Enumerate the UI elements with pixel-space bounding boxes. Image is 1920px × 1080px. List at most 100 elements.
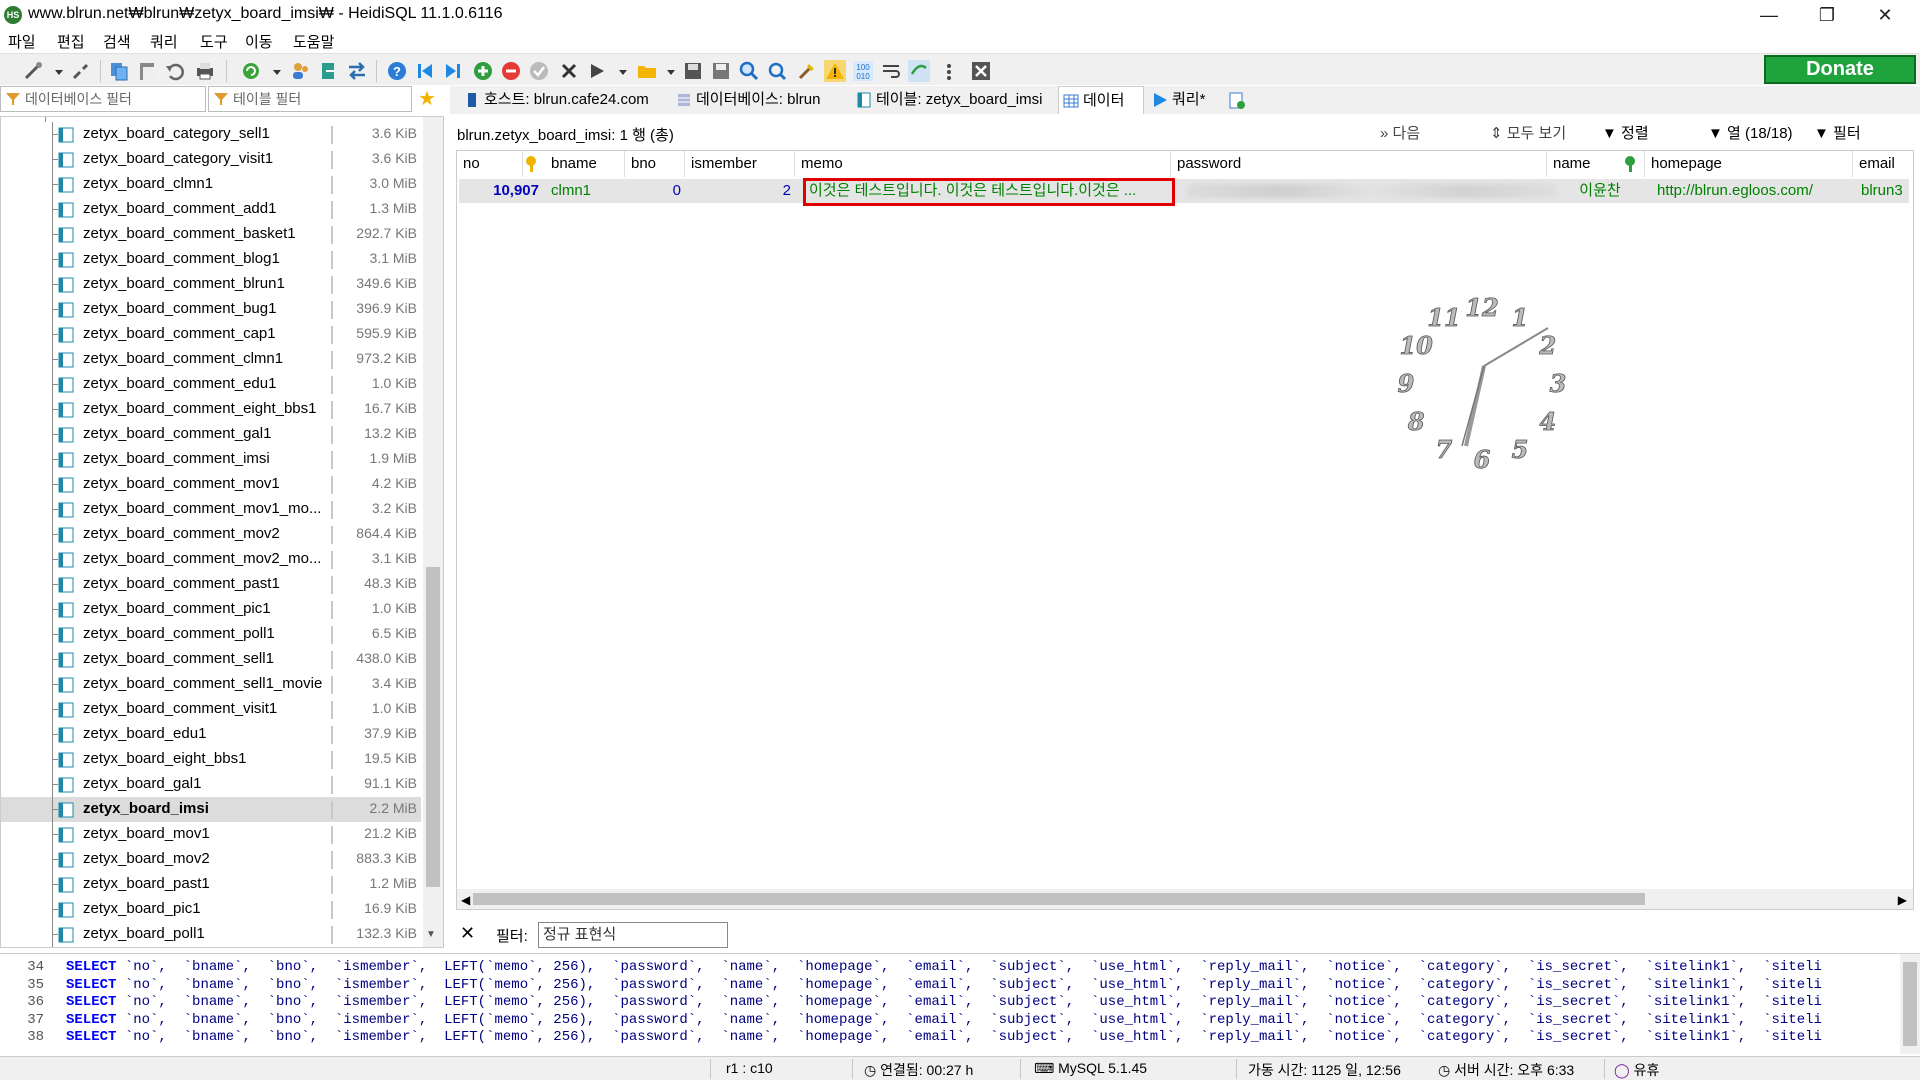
cell-name[interactable]: 이윤찬 <box>1557 179 1643 203</box>
tree-item-table[interactable]: zetyx_board_pic1 16.9 KiB <box>1 897 421 922</box>
tab-database[interactable]: 데이터베이스: blrun <box>672 86 821 114</box>
tab-table[interactable]: 테이블: zetyx_board_imsi <box>852 86 1042 114</box>
new-query-tab-icon[interactable] <box>1228 92 1246 110</box>
run-dropdown-icon[interactable] <box>612 60 627 82</box>
disconnect-icon[interactable] <box>70 60 92 82</box>
tree-item-table[interactable]: zetyx_board_comment_pic1 1.0 KiB <box>1 597 421 622</box>
tree-item-table[interactable]: zetyx_board_comment_imsi 1.9 MiB <box>1 447 421 472</box>
tree-scrollbar-thumb[interactable] <box>426 567 440 887</box>
star-icon[interactable]: ★ <box>418 88 440 110</box>
print-icon[interactable] <box>194 60 216 82</box>
tab-query[interactable]: 쿼리* <box>1148 86 1205 114</box>
tree-item-table[interactable]: zetyx_board_comment_cap1 595.9 KiB <box>1 322 421 347</box>
tab-host[interactable]: 호스트: blrun.cafe24.com <box>460 86 649 114</box>
first-record-icon[interactable] <box>414 60 436 82</box>
cell-password-blurred[interactable] <box>1187 184 1557 198</box>
tree-item-table[interactable]: zetyx_board_comment_gal1 13.2 KiB <box>1 422 421 447</box>
open-dropdown-icon[interactable] <box>660 60 675 82</box>
column-header-homepage[interactable]: homepage <box>1645 151 1853 177</box>
run-icon[interactable] <box>586 60 608 82</box>
undo-icon[interactable] <box>164 60 186 82</box>
open-file-icon[interactable] <box>636 60 658 82</box>
paste-icon[interactable] <box>136 60 158 82</box>
tree-item-table[interactable]: zetyx_board_comment_bug1 396.9 KiB <box>1 297 421 322</box>
cell-ismember[interactable]: 2 <box>685 179 791 203</box>
transfer-icon[interactable] <box>346 60 368 82</box>
database-filter-input[interactable]: 데이터베이스 필터 <box>0 86 206 112</box>
column-header-no[interactable]: no <box>457 151 523 177</box>
menu-query[interactable]: 쿼리 <box>150 31 178 52</box>
tree-item-table[interactable]: zetyx_board_mov2 883.3 KiB <box>1 847 421 872</box>
tree-item-table[interactable]: zetyx_board_comment_visit1 1.0 KiB <box>1 697 421 722</box>
cancel-icon[interactable] <box>558 60 580 82</box>
sql-log[interactable]: 34 SELECT `no`, `bname`, `bno`, `ismember… <box>0 953 1920 1054</box>
cell-bname[interactable]: clmn1 <box>551 179 625 203</box>
close-icon[interactable]: ✕ <box>1856 0 1914 30</box>
scroll-right-icon[interactable]: ▶ <box>1898 893 1907 907</box>
table-filter-input[interactable]: 테이블 필터 <box>208 86 412 112</box>
tree-item-table[interactable]: zetyx_board_edu1 37.9 KiB <box>1 722 421 747</box>
menu-go[interactable]: 이동 <box>245 31 273 52</box>
tree-item-table[interactable]: zetyx_board_past1 1.2 MiB <box>1 872 421 897</box>
grid-scrollbar-thumb[interactable] <box>473 893 1645 905</box>
tree-item-table[interactable]: zetyx_board_comment_mov2 864.4 KiB <box>1 522 421 547</box>
tree-item-table[interactable]: zetyx_board_comment_basket1 292.7 KiB <box>1 222 421 247</box>
tree-item-table[interactable]: zetyx_board_imsi 2.2 MiB <box>1 797 421 822</box>
cell-email[interactable]: blrun3 <box>1861 179 1913 203</box>
wrap-icon[interactable] <box>880 60 902 82</box>
cell-bno[interactable]: 0 <box>625 179 681 203</box>
restore-icon[interactable]: ❐ <box>1798 0 1856 30</box>
delete-record-icon[interactable] <box>500 60 522 82</box>
format-icon[interactable] <box>796 60 818 82</box>
tree-item-table[interactable]: zetyx_board_gal1 91.1 KiB <box>1 772 421 797</box>
show-all-button[interactable]: ⇕ 모두 보기 <box>1490 122 1566 143</box>
tree-item-table[interactable]: zetyx_board_comment_blog1 3.1 MiB <box>1 247 421 272</box>
help-icon[interactable]: ? <box>386 60 408 82</box>
export-icon[interactable] <box>318 60 340 82</box>
scroll-down-icon[interactable]: ▼ <box>426 929 436 940</box>
connect-dropdown-icon[interactable] <box>48 60 63 82</box>
binary-icon[interactable]: 100 010 <box>852 60 874 82</box>
database-tree[interactable]: zetyx_board_category_sell1 3.6 KiB zetyx_b… <box>0 116 444 948</box>
cell-no[interactable]: 10,907 <box>459 179 543 203</box>
tree-item-table[interactable]: zetyx_board_comment_eight_bbs1 16.7 KiB <box>1 397 421 422</box>
sql-scrollbar-thumb[interactable] <box>1903 962 1917 1046</box>
column-header-ismember[interactable]: ismember <box>685 151 795 177</box>
replace-icon[interactable] <box>766 60 788 82</box>
tree-item-table[interactable]: zetyx_board_comment_mov1_mo... 3.2 KiB <box>1 497 421 522</box>
post-icon[interactable] <box>528 60 550 82</box>
column-header-email[interactable]: email <box>1853 151 1915 177</box>
stop-icon[interactable] <box>970 60 992 82</box>
tree-item-table[interactable]: zetyx_board_comment_sell1 438.0 KiB <box>1 647 421 672</box>
warning-icon[interactable] <box>824 60 846 82</box>
scroll-left-icon[interactable]: ◀ <box>461 893 470 907</box>
menu-search[interactable]: 검색 <box>103 31 131 52</box>
tree-item-table[interactable]: zetyx_board_eight_bbs1 19.5 KiB <box>1 747 421 772</box>
tree-item-table[interactable]: zetyx_board_comment_add1 1.3 MiB <box>1 197 421 222</box>
copy-icon[interactable] <box>108 60 130 82</box>
regex-filter-input[interactable]: 정규 표현식 <box>538 922 728 948</box>
tree-item-table[interactable]: zetyx_board_comment_blrun1 349.6 KiB <box>1 272 421 297</box>
donate-button[interactable]: Donate <box>1764 55 1916 84</box>
tree-item-table[interactable]: zetyx_board_comment_past1 48.3 KiB <box>1 572 421 597</box>
tree-item-table[interactable]: zetyx_board_category_visit1 3.6 KiB <box>1 147 421 172</box>
sync-icon[interactable] <box>908 60 930 82</box>
user-manager-icon[interactable] <box>290 60 312 82</box>
minimize-icon[interactable]: — <box>1740 0 1798 30</box>
save-as-icon[interactable] <box>710 60 732 82</box>
column-header-memo[interactable]: memo <box>795 151 1171 177</box>
tab-data[interactable]: 데이터 <box>1058 86 1144 114</box>
connect-icon[interactable] <box>22 60 44 82</box>
menu-edit[interactable]: 편집 <box>57 31 85 52</box>
column-header-bno[interactable]: bno <box>625 151 685 177</box>
refresh-icon[interactable] <box>240 60 262 82</box>
last-record-icon[interactable] <box>442 60 464 82</box>
close-filter-icon[interactable]: ✕ <box>460 923 475 944</box>
tree-item-table[interactable]: zetyx_board_poll1 132.3 KiB <box>1 922 421 947</box>
save-icon[interactable] <box>682 60 704 82</box>
tree-item-table[interactable]: zetyx_board_comment_clmn1 973.2 KiB <box>1 347 421 372</box>
tree-item-table[interactable]: zetyx_board_comment_mov1 4.2 KiB <box>1 472 421 497</box>
tree-item-table[interactable]: zetyx_board_comment_sell1_movie 3.4 KiB <box>1 672 421 697</box>
columns-button[interactable]: ▼ 열 (18/18) <box>1708 122 1793 143</box>
sort-button[interactable]: ▼ 정렬 <box>1602 122 1649 143</box>
